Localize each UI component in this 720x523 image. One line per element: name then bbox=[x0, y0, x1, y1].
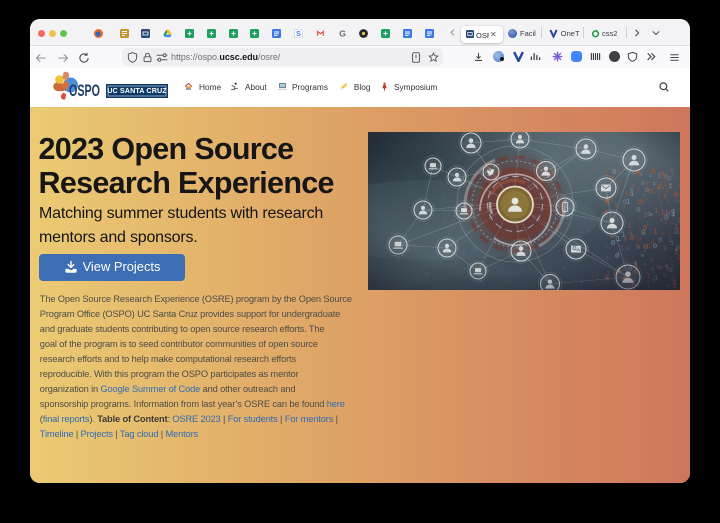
svg-text:S: S bbox=[296, 31, 301, 38]
svg-text:G: G bbox=[339, 29, 346, 38]
